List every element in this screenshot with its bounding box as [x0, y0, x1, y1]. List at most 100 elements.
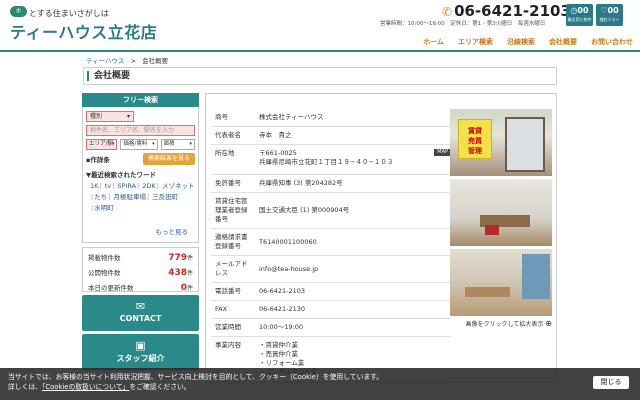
- interior-photo[interactable]: [450, 249, 552, 316]
- stat-value: 779: [168, 253, 187, 263]
- row-value: 10:00〜19:00: [255, 318, 451, 337]
- recent-word[interactable]: 三反田町: [152, 193, 178, 201]
- price-select-label: 価格/賃料: [123, 141, 148, 147]
- recent-viewed-button[interactable]: ◷00 最近見た物件: [566, 4, 593, 26]
- keyword-input[interactable]: 物件名、エリア名、駅名を入力: [86, 125, 195, 136]
- company-table: 商号 株式会社ティーハウス 代表者名 寺本 貴之 所在地 〒661-0025 兵庫県尼…: [211, 109, 451, 382]
- recent-word[interactable]: 水明町: [94, 204, 114, 212]
- fav-count: 00: [607, 6, 619, 15]
- fav-label: 検討リスト: [599, 17, 620, 22]
- keyword-placeholder: 物件名、エリア名、駅名を入力: [90, 127, 175, 134]
- chevron-down-icon: ▾: [152, 141, 155, 147]
- magnifier-icon[interactable]: ⊕: [545, 319, 552, 328]
- recent-word[interactable]: SPIRA: [117, 182, 136, 190]
- price-select[interactable]: 価格/賃料 ▾: [120, 139, 158, 150]
- table-row: 所在地 〒661-0025 兵庫県尼崎市立花町１丁目１９−４０−１０３ MAP: [211, 144, 451, 175]
- phone-text: 06-6421-2103: [454, 2, 571, 20]
- table-row: 代表者名 寺本 貴之: [211, 126, 451, 145]
- cookie-policy-link[interactable]: 「Cookieの取扱いについて」: [42, 383, 129, 391]
- office-chair: [485, 225, 499, 235]
- staff-button[interactable]: ▣ スタッフ紹介: [82, 334, 199, 370]
- staff-label: スタッフ紹介: [116, 354, 165, 363]
- office-photo[interactable]: [450, 179, 552, 246]
- type-select-label: 種別: [90, 113, 103, 120]
- row-value: 株式会社ティーハウス: [255, 109, 451, 127]
- recent-word[interactable]: メゾネット: [162, 182, 195, 190]
- stat-unit: 件: [186, 270, 193, 277]
- row-key: 代表者名: [211, 126, 255, 145]
- stat-unit: 件: [186, 255, 193, 262]
- row-key: 賃貸住宅管理業者登録番号: [211, 192, 255, 229]
- cookie-line2-post: をご確認ください。: [129, 383, 191, 391]
- nav-area-search[interactable]: エリア検索: [451, 36, 500, 48]
- chevron-down-icon: ▾: [189, 141, 192, 147]
- nav-contact[interactable]: お問い合わせ: [584, 36, 640, 48]
- mail-icon: ✉: [135, 300, 146, 313]
- photo-gallery: 賃貸 売買 管理 画像をクリックして拡大表示 ⊕: [450, 109, 552, 328]
- sidebar: フリー検索 種別 ▾ 物件名、エリア名、駅名を入力 エリア/駅 ▾ 価格/賃料 ▾ 面…: [82, 93, 199, 370]
- more-link[interactable]: もっと見る: [156, 226, 189, 236]
- contact-label: CONTACT: [119, 314, 162, 323]
- email-link[interactable]: info@tea-house.jp: [255, 255, 451, 283]
- breadcrumb-home[interactable]: ティーハウス: [86, 57, 124, 65]
- stat-row: 掲載物件数 779件: [88, 251, 193, 266]
- row-value-address: 〒661-0025 兵庫県尼崎市立花町１丁目１９−４０−１０３ MAP: [255, 144, 451, 175]
- nav-divider: [0, 50, 640, 52]
- cookie-line2: 詳しくは、「Cookieの取扱いについて」をご確認ください。: [8, 382, 632, 392]
- row-key: 免許番号: [211, 174, 255, 193]
- layout-select[interactable]: 面積 ▾: [160, 139, 195, 150]
- recent-word[interactable]: tv: [105, 182, 111, 190]
- favorites-button[interactable]: ♡00 検討リスト: [596, 4, 623, 26]
- interior-shelf: [522, 254, 550, 299]
- recent-word[interactable]: 月極駐車場: [113, 193, 146, 201]
- area-select[interactable]: エリア/駅 ▾: [86, 139, 118, 150]
- global-nav: ホーム エリア検索 沿線検索 会社概要 お問い合わせ: [416, 36, 640, 48]
- row-value: 06-6421-2130: [255, 300, 451, 319]
- logo-badge: ホ: [10, 6, 27, 17]
- row-value: 国土交通大臣 (1) 第000904号: [255, 192, 451, 229]
- recent-searches-list: 1K| tv| SPIRA| 2DK| メゾネット |たち| 月極駐車場| 三反…: [90, 182, 195, 212]
- site-logo[interactable]: ティーハウス立花店: [10, 19, 157, 43]
- stats-box: 掲載物件数 779件 公開物件数 438件 本日の更新件数 0件: [82, 247, 199, 293]
- recent-word[interactable]: 2DK: [142, 182, 155, 190]
- row-key: 営業時間: [211, 318, 255, 337]
- phone-icon: ✆: [442, 5, 453, 19]
- cookie-banner: 当サイトでは、お客様の当サイト利用状況把握、サービス向上検討を目的として、クッキ…: [0, 368, 640, 400]
- cookie-line2-pre: 詳しくは、: [8, 383, 42, 391]
- recent-searches-title: ▼最近検索されたワード: [86, 171, 156, 179]
- business-hours: 営業時間：10:00〜19:00 定休日：第1・第3火曜日 毎週水曜日: [380, 21, 546, 27]
- nav-company[interactable]: 会社概要: [542, 36, 584, 48]
- type-select[interactable]: 種別 ▾: [86, 111, 134, 122]
- see-results-button[interactable]: 検索結果を見る: [142, 153, 195, 165]
- row-key: 電話番号: [211, 282, 255, 301]
- id-card-icon: ▣: [135, 339, 146, 352]
- stat-row: 公開物件数 438件: [88, 266, 193, 281]
- stat-label: 公開物件数: [88, 269, 121, 277]
- recent-word[interactable]: 1K: [90, 182, 98, 190]
- chevron-down-icon: ▾: [126, 113, 130, 120]
- nav-home[interactable]: ホーム: [416, 36, 451, 48]
- storefront-photo[interactable]: 賃貸 売買 管理: [450, 109, 552, 176]
- table-row: 賃貸住宅管理業者登録番号 国土交通大臣 (1) 第000904号: [211, 192, 451, 229]
- layout-select-label: 面積: [163, 141, 175, 147]
- store-door: [505, 117, 545, 172]
- nav-line-search[interactable]: 沿線検索: [500, 36, 542, 48]
- recent-count: 00: [577, 6, 589, 15]
- recent-word[interactable]: たち: [94, 193, 107, 201]
- row-key: 適格請求書登録番号: [211, 228, 255, 256]
- free-search-header: フリー検索: [82, 93, 199, 107]
- table-row: 免許番号 兵庫県知事 (3) 第204282号: [211, 174, 451, 193]
- area-select-label: エリア/駅: [89, 141, 113, 147]
- search-panel: 種別 ▾ 物件名、エリア名、駅名を入力 エリア/駅 ▾ 価格/賃料 ▾ 面積 ▾ ▪作詳…: [82, 107, 199, 243]
- page-title: 会社概要: [83, 67, 557, 85]
- row-value: 寺本 貴之: [255, 126, 451, 145]
- row-value: 06-6421-2103: [255, 282, 451, 301]
- row-key: 所在地: [211, 144, 255, 175]
- map-button[interactable]: MAP: [434, 149, 451, 156]
- filter-row: エリア/駅 ▾ 価格/賃料 ▾ 面積 ▾: [86, 139, 195, 150]
- cookie-close-button[interactable]: 閉じる: [593, 376, 629, 389]
- conditions-label[interactable]: ▪作詳条: [86, 154, 110, 164]
- contact-button[interactable]: ✉ CONTACT: [82, 295, 199, 331]
- phone-number[interactable]: ✆ 06-6421-2103: [442, 2, 571, 20]
- table-row: 営業時間 10:00〜19:00: [211, 318, 451, 337]
